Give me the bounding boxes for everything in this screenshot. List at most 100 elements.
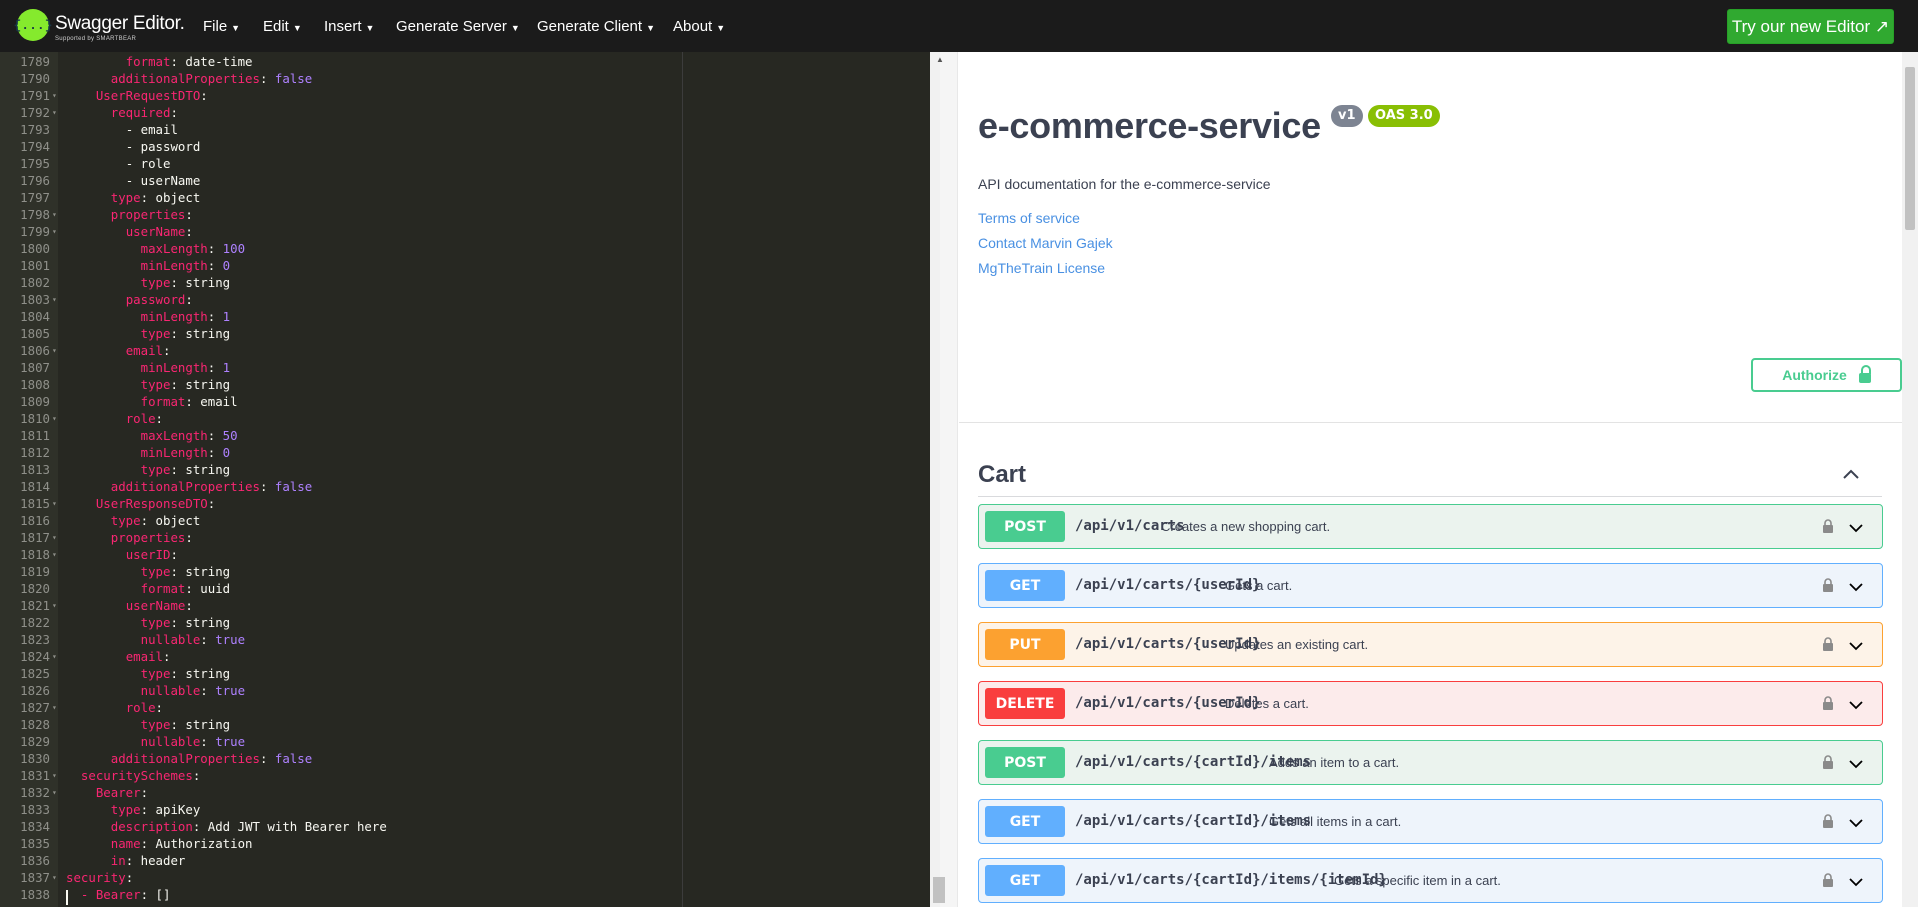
chevron-down-icon[interactable]: [1847, 578, 1865, 596]
scroll-up-arrow-icon[interactable]: ▲: [936, 55, 944, 64]
code-line[interactable]: 1799 ▾ userName:: [0, 223, 930, 240]
fold-toggle-icon[interactable]: ▾: [52, 104, 57, 121]
code-line[interactable]: 1816 type: object: [0, 512, 930, 529]
code-line[interactable]: 1798 ▾ properties:: [0, 206, 930, 223]
code-line[interactable]: 1791 ▾ UserRequestDTO:: [0, 87, 930, 104]
fold-toggle-icon[interactable]: ▾: [52, 410, 57, 427]
lock-icon[interactable]: [1821, 696, 1835, 710]
code-line[interactable]: 1805 type: string: [0, 325, 930, 342]
yaml-editor[interactable]: 1789 format: date-time 1790 additionalPro…: [0, 52, 930, 907]
chevron-down-icon[interactable]: [1847, 755, 1865, 773]
code-line[interactable]: 1830 additionalProperties: false: [0, 750, 930, 767]
code-line[interactable]: 1828 type: string: [0, 716, 930, 733]
code-line[interactable]: 1835 name: Authorization: [0, 835, 930, 852]
code-line[interactable]: 1838 - Bearer: []: [0, 886, 930, 903]
fold-toggle-icon[interactable]: ▾: [52, 597, 57, 614]
editor-scrollbar-track[interactable]: [930, 52, 940, 907]
code-line[interactable]: 1833 type: apiKey: [0, 801, 930, 818]
swagger-logo-icon[interactable]: {...}: [14, 9, 53, 41]
fold-toggle-icon[interactable]: ▾: [52, 648, 57, 665]
code-line[interactable]: 1795 - role: [0, 155, 930, 172]
code-line[interactable]: 1822 type: string: [0, 614, 930, 631]
code-line[interactable]: 1821 ▾ userName:: [0, 597, 930, 614]
fold-toggle-icon[interactable]: ▾: [52, 495, 57, 512]
chevron-down-icon[interactable]: [1847, 873, 1865, 891]
code-line[interactable]: 1818 ▾ userID:: [0, 546, 930, 563]
operation-post[interactable]: POST/api/v1/carts Creates a new shopping …: [978, 504, 1883, 549]
fold-toggle-icon[interactable]: ▾: [52, 869, 57, 886]
ui-scrollbar-thumb[interactable]: [1905, 67, 1915, 230]
code-line[interactable]: 1813 type: string: [0, 461, 930, 478]
code-line[interactable]: 1808 type: string: [0, 376, 930, 393]
code-line[interactable]: 1817 ▾ properties:: [0, 529, 930, 546]
code-line[interactable]: 1819 type: string: [0, 563, 930, 580]
license-link[interactable]: MgTheTrain License: [978, 260, 1105, 276]
chevron-down-icon[interactable]: [1847, 814, 1865, 832]
try-new-editor-button[interactable]: Try our new Editor ↗: [1727, 9, 1894, 44]
authorize-button[interactable]: Authorize: [1751, 358, 1902, 392]
code-line[interactable]: 1806 ▾ email:: [0, 342, 930, 359]
operation-post[interactable]: POST/api/v1/carts/{cartId}/items Adds an …: [978, 740, 1883, 785]
code-line[interactable]: 1804 minLength: 1: [0, 308, 930, 325]
code-line[interactable]: 1809 format: email: [0, 393, 930, 410]
code-line[interactable]: 1836 in: header: [0, 852, 930, 869]
chevron-down-icon[interactable]: [1847, 519, 1865, 537]
code-line[interactable]: 1801 minLength: 0: [0, 257, 930, 274]
contact-link[interactable]: Contact Marvin Gajek: [978, 235, 1113, 251]
chevron-up-icon[interactable]: [1839, 463, 1863, 487]
fold-toggle-icon[interactable]: ▾: [52, 87, 57, 104]
lock-icon[interactable]: [1821, 578, 1835, 592]
tag-cart-heading[interactable]: Cart: [978, 461, 1026, 489]
code-line[interactable]: 1823 nullable: true: [0, 631, 930, 648]
fold-toggle-icon[interactable]: ▾: [52, 206, 57, 223]
fold-toggle-icon[interactable]: ▾: [52, 223, 57, 240]
code-line[interactable]: 1802 type: string: [0, 274, 930, 291]
code-line[interactable]: 1797 type: object: [0, 189, 930, 206]
operation-delete[interactable]: DELETE/api/v1/carts/{userId} Deletes a ca…: [978, 681, 1883, 726]
fold-toggle-icon[interactable]: ▾: [52, 291, 57, 308]
code-line[interactable]: 1834 description: Add JWT with Bearer he…: [0, 818, 930, 835]
operation-get[interactable]: GET/api/v1/carts/{cartId}/items/{itemId}…: [978, 858, 1883, 903]
code-line[interactable]: 1800 maxLength: 100: [0, 240, 930, 257]
code-line[interactable]: 1810 ▾ role:: [0, 410, 930, 427]
lock-icon[interactable]: [1821, 755, 1835, 769]
operation-put[interactable]: PUT/api/v1/carts/{userId} Updates an exis…: [978, 622, 1883, 667]
menu-about[interactable]: About ▼: [673, 18, 725, 35]
code-line[interactable]: 1796 - userName: [0, 172, 930, 189]
code-line[interactable]: 1803 ▾ password:: [0, 291, 930, 308]
operation-get[interactable]: GET/api/v1/carts/{cartId}/items Gets all …: [978, 799, 1883, 844]
fold-toggle-icon[interactable]: ▾: [52, 529, 57, 546]
code-line[interactable]: 1814 additionalProperties: false: [0, 478, 930, 495]
code-line[interactable]: 1826 nullable: true: [0, 682, 930, 699]
operation-get[interactable]: GET/api/v1/carts/{userId} Gets a cart.: [978, 563, 1883, 608]
lock-icon[interactable]: [1821, 814, 1835, 828]
code-line[interactable]: 1815 ▾ UserResponseDTO:: [0, 495, 930, 512]
fold-toggle-icon[interactable]: ▾: [52, 767, 57, 784]
menu-edit[interactable]: Edit ▼: [263, 18, 302, 35]
code-line[interactable]: 1820 format: uuid: [0, 580, 930, 597]
fold-toggle-icon[interactable]: ▾: [52, 546, 57, 563]
terms-of-service-link[interactable]: Terms of service: [978, 210, 1080, 226]
code-line[interactable]: 1837 ▾ security:: [0, 869, 930, 886]
menu-file[interactable]: File ▼: [203, 18, 240, 35]
code-line[interactable]: 1789 format: date-time: [0, 53, 930, 70]
code-line[interactable]: 1812 minLength: 0: [0, 444, 930, 461]
menu-generate-client[interactable]: Generate Client ▼: [537, 18, 655, 35]
menu-generate-server[interactable]: Generate Server ▼: [396, 18, 520, 35]
chevron-down-icon[interactable]: [1847, 637, 1865, 655]
code-line[interactable]: 1824 ▾ email:: [0, 648, 930, 665]
fold-toggle-icon[interactable]: ▾: [52, 342, 57, 359]
editor-scrollbar-thumb[interactable]: [933, 877, 945, 903]
code-line[interactable]: 1832 ▾ Bearer:: [0, 784, 930, 801]
lock-icon[interactable]: [1821, 519, 1835, 533]
chevron-down-icon[interactable]: [1847, 696, 1865, 714]
code-line[interactable]: 1793 - email: [0, 121, 930, 138]
code-line[interactable]: 1829 nullable: true: [0, 733, 930, 750]
menu-insert[interactable]: Insert ▼: [324, 18, 374, 35]
code-line[interactable]: 1792 ▾ required:: [0, 104, 930, 121]
lock-icon[interactable]: [1821, 637, 1835, 651]
code-line[interactable]: 1811 maxLength: 50: [0, 427, 930, 444]
code-line[interactable]: 1827 ▾ role:: [0, 699, 930, 716]
code-line[interactable]: 1831 ▾ securitySchemes:: [0, 767, 930, 784]
code-line[interactable]: 1825 type: string: [0, 665, 930, 682]
